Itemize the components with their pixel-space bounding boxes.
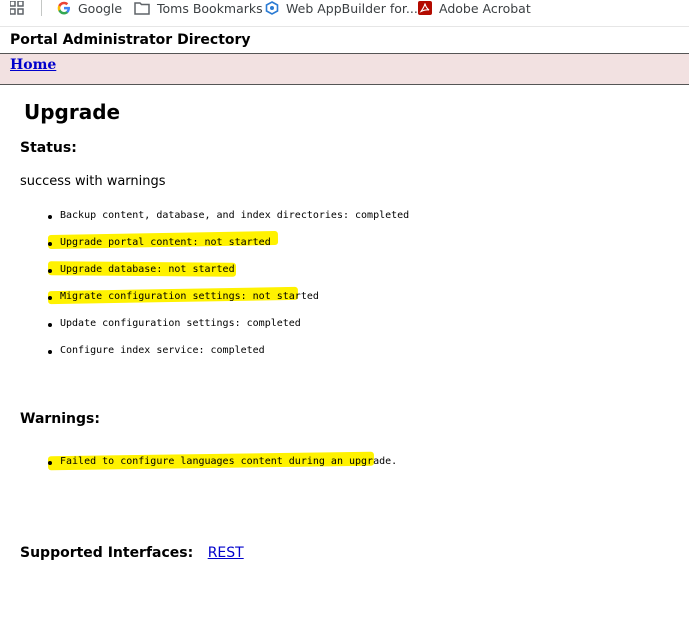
- status-step-text: Configure index service: completed: [60, 345, 265, 356]
- list-item: Failed to configure languages content du…: [0, 456, 397, 467]
- list-item: Update configuration settings: completed: [0, 318, 409, 345]
- bookmark-label: Adobe Acrobat: [439, 0, 531, 16]
- acrobat-icon: [418, 1, 432, 15]
- supported-interfaces: Supported Interfaces: REST: [20, 545, 244, 561]
- warnings-list: Failed to configure languages content du…: [0, 456, 397, 467]
- status-step-text: Backup content, database, and index dire…: [60, 210, 410, 221]
- bookmark-web-appbuilder[interactable]: Web AppBuilder for...: [265, 0, 418, 16]
- status-step-text: Upgrade database: not started: [60, 264, 235, 275]
- bookmarks-separator: [41, 0, 42, 16]
- rest-link[interactable]: REST: [208, 545, 244, 561]
- portal-title: Portal Administrator Directory: [10, 32, 251, 48]
- warnings-heading: Warnings:: [20, 411, 100, 427]
- bookmark-toms-bookmarks[interactable]: Toms Bookmarks: [134, 0, 263, 16]
- apps-grid-icon[interactable]: [10, 0, 24, 16]
- bookmark-adobe-acrobat[interactable]: Adobe Acrobat: [418, 0, 531, 16]
- bookmark-label: Web AppBuilder for...: [286, 0, 418, 16]
- navbar: Home: [0, 53, 689, 85]
- bookmarks-bar: Google Toms Bookmarks Web AppBuilder for…: [0, 0, 689, 20]
- bookmark-google[interactable]: Google: [57, 0, 122, 16]
- list-item: Migrate configuration settings: not star…: [0, 291, 409, 318]
- appbuilder-icon: [265, 1, 279, 15]
- status-step-text: Migrate configuration settings: not star…: [60, 291, 319, 302]
- list-item: Backup content, database, and index dire…: [0, 210, 409, 237]
- status-value: success with warnings: [20, 174, 166, 189]
- page-title: Upgrade: [24, 100, 121, 124]
- status-step-text: Upgrade portal content: not started: [60, 237, 271, 248]
- bookmark-label: Toms Bookmarks: [157, 0, 263, 16]
- google-icon: [57, 1, 71, 15]
- bookmark-label: Google: [78, 0, 123, 16]
- folder-icon: [134, 1, 150, 15]
- list-item: Upgrade database: not started: [0, 264, 409, 291]
- status-steps-list: Backup content, database, and index dire…: [0, 210, 409, 372]
- list-item: Configure index service: completed: [0, 345, 409, 372]
- portal-header: Portal Administrator Directory: [0, 26, 689, 53]
- home-link[interactable]: Home: [10, 57, 56, 73]
- status-step-text: Update configuration settings: completed: [60, 318, 301, 329]
- interfaces-label: Supported Interfaces:: [20, 545, 194, 561]
- list-item: Upgrade portal content: not started: [0, 237, 409, 264]
- warning-text: Failed to configure languages content du…: [60, 456, 398, 467]
- status-heading: Status:: [20, 140, 77, 156]
